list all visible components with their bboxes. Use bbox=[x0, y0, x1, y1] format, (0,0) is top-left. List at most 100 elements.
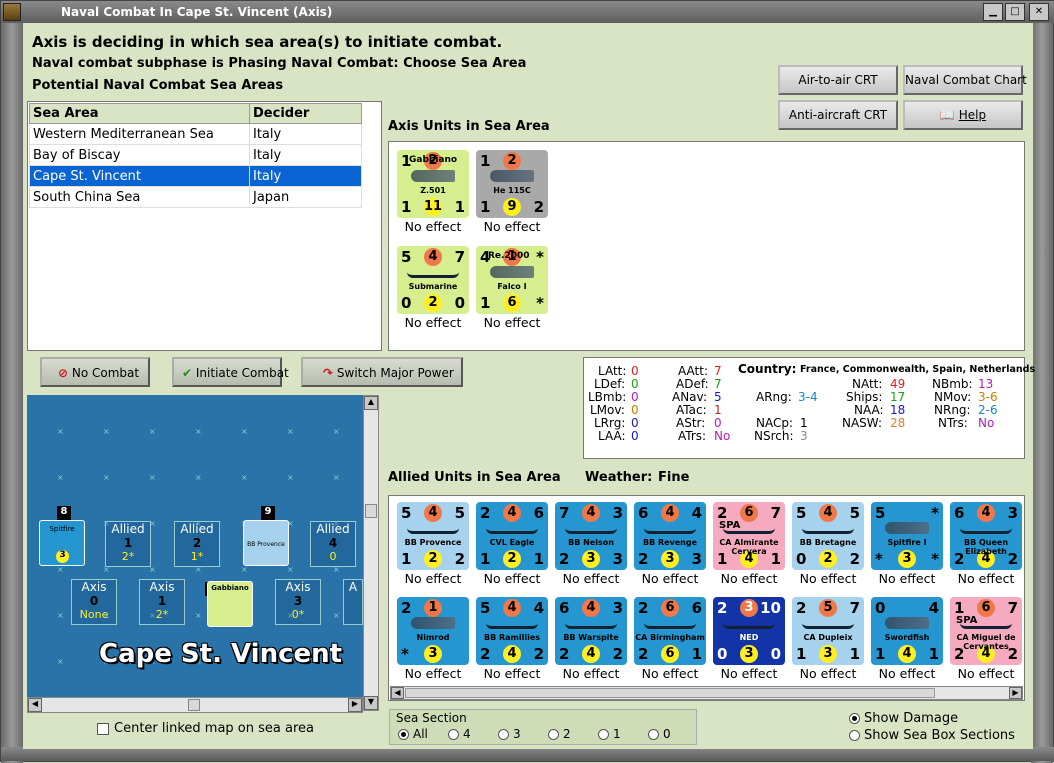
close-icon[interactable]: ✕ bbox=[1029, 3, 1049, 21]
unit-bottom-center: 3 bbox=[424, 645, 442, 663]
allied-horizontal-scrollbar[interactable]: ◀ ▶ bbox=[390, 686, 1023, 700]
sea-areas-heading: Potential Naval Combat Sea Areas bbox=[32, 78, 284, 93]
scroll-thumb[interactable] bbox=[188, 699, 200, 711]
checkmark-icon: ✔ bbox=[182, 366, 193, 380]
sea-section-radio-all[interactable]: All bbox=[398, 727, 428, 741]
radio-icon[interactable] bbox=[498, 729, 509, 740]
maximize-icon[interactable]: □ bbox=[1005, 3, 1025, 21]
latt-value: 0 bbox=[631, 364, 639, 378]
unit-bottom-right: 3 bbox=[612, 550, 623, 568]
unit-counter[interactable]: 2 5 7 1 3 1 CA Dupleix bbox=[792, 597, 864, 665]
table-row[interactable]: Western Mediterranean Sea Italy bbox=[29, 123, 362, 145]
unit-counter[interactable]: 6 4 3 2 4 2 BB Warspite bbox=[555, 597, 627, 665]
decider-cell: Italy bbox=[249, 144, 362, 166]
allied-box-2[interactable]: Allied 2 1* bbox=[174, 521, 220, 567]
unit-counter[interactable]: 1 2 1 11 1 Gabbiano Z.501 bbox=[397, 150, 469, 218]
anti-aircraft-crt-button[interactable]: Anti-aircraft CRT bbox=[778, 100, 898, 130]
map-vertical-scrollbar[interactable]: ▲ ▼ bbox=[363, 395, 379, 711]
unit-counter[interactable]: 2 6 6 2 6 1 CA Birmingham bbox=[634, 597, 706, 665]
sea-section-radio-4[interactable]: 4 bbox=[448, 727, 471, 741]
initiate-combat-button[interactable]: ✔ Initiate Combat bbox=[172, 357, 289, 387]
map-unit-provence[interactable]: BB Provence bbox=[243, 520, 289, 566]
unit-counter[interactable]: 2 3 10 0 3 0 NED bbox=[713, 597, 785, 665]
unit-top-right: 7 bbox=[454, 248, 465, 266]
radio-icon[interactable] bbox=[448, 729, 459, 740]
stack-count-badge: 8 bbox=[57, 506, 71, 520]
radio-icon[interactable] bbox=[849, 730, 860, 741]
radio-icon[interactable] bbox=[398, 729, 409, 740]
scroll-right-icon[interactable]: ▶ bbox=[348, 698, 362, 712]
scroll-up-icon[interactable]: ▲ bbox=[364, 396, 378, 410]
table-row-selected[interactable]: Cape St. Vincent Italy bbox=[29, 165, 362, 187]
no-combat-button[interactable]: ⊘ No Combat bbox=[40, 357, 150, 387]
sea-section-radio-1[interactable]: 1 bbox=[598, 727, 621, 741]
sea-section-radio-0[interactable]: 0 bbox=[648, 727, 671, 741]
scroll-thumb[interactable] bbox=[365, 504, 377, 518]
sea-map[interactable]: ××××××××××××××××××××××××××××××××××××××××… bbox=[27, 395, 363, 711]
unit-counter[interactable]: 1 2 1 9 2 He 115C bbox=[476, 150, 548, 218]
help-button[interactable]: 📖 Help bbox=[903, 100, 1023, 130]
ship-silhouette-icon bbox=[802, 526, 854, 534]
unit-counter[interactable]: 1 6 7 2 4 2 SPA CA Miguel de Cervantes bbox=[950, 597, 1022, 665]
map-unit-gabbiano[interactable]: Gabbiano bbox=[207, 581, 253, 627]
lbmb-value: 0 bbox=[631, 390, 639, 404]
table-row[interactable]: South China Sea Japan bbox=[29, 186, 362, 208]
checkbox-box[interactable] bbox=[97, 722, 109, 735]
axis-box-1[interactable]: Axis 1 2* bbox=[139, 579, 185, 625]
allied-box-4[interactable]: Allied 4 0 bbox=[310, 521, 356, 567]
axis-box-0[interactable]: Axis 0 None bbox=[71, 579, 117, 625]
sea-area-cell: Bay of Biscay bbox=[29, 144, 250, 166]
unit-top-left: 7 bbox=[559, 504, 570, 522]
ship-silhouette-icon bbox=[644, 621, 696, 629]
radio-icon[interactable] bbox=[648, 729, 659, 740]
unit-counter[interactable]: 0 4 1 4 1 Swordfish bbox=[871, 597, 943, 665]
unit-counter[interactable]: 2 6 7 1 4 1 SPA CA Almirante Cervera bbox=[713, 502, 785, 570]
show-damage-radio[interactable]: Show Damage bbox=[849, 711, 958, 726]
show-sea-box-sections-radio[interactable]: Show Sea Box Sections bbox=[849, 728, 1015, 743]
map-unit-spitfire[interactable]: Spitfire 3 bbox=[39, 520, 85, 566]
unit-top-left: 5 bbox=[401, 248, 412, 266]
radio-icon[interactable] bbox=[598, 729, 609, 740]
switch-major-power-button[interactable]: ↷ Switch Major Power bbox=[301, 357, 463, 387]
unit-counter[interactable]: 6 4 4 2 3 3 BB Revenge bbox=[634, 502, 706, 570]
unit-counter[interactable]: 5 4 5 0 2 2 BB Bretagne bbox=[792, 502, 864, 570]
radio-icon[interactable] bbox=[548, 729, 559, 740]
unit-counter[interactable]: 4 1 * 1 6 * Re.2000 Falco I bbox=[476, 246, 548, 314]
scroll-thumb[interactable] bbox=[405, 688, 935, 698]
scroll-down-icon[interactable]: ▼ bbox=[364, 696, 378, 710]
unit-bottom-left: 0 bbox=[717, 645, 728, 663]
naval-combat-chart-button[interactable]: Naval Combat Chart bbox=[903, 65, 1027, 95]
unit-bottom-left: 2 bbox=[480, 645, 491, 663]
naa-value: 18 bbox=[890, 403, 906, 417]
unit-counter[interactable]: 5 4 7 0 2 0 Submarine bbox=[397, 246, 469, 314]
minimize-icon[interactable]: ▁ bbox=[983, 3, 1003, 21]
sea-section-radio-2[interactable]: 2 bbox=[548, 727, 571, 741]
map-grid-marker: × bbox=[57, 473, 64, 482]
center-map-checkbox[interactable]: Center linked map on sea area bbox=[97, 721, 314, 736]
unit-counter[interactable]: 5 4 4 2 4 2 BB Ramillies bbox=[476, 597, 548, 665]
axis-box-4[interactable]: A bbox=[343, 579, 363, 625]
air-to-air-crt-button[interactable]: Air-to-air CRT bbox=[778, 65, 898, 95]
nasw-value: 28 bbox=[890, 416, 906, 430]
table-row[interactable]: Bay of Biscay Italy bbox=[29, 144, 362, 166]
unit-bottom-center: 3 bbox=[740, 645, 758, 663]
axis-box-3[interactable]: Axis 3 0* bbox=[275, 579, 321, 625]
unit-counter[interactable]: 2 1 * 3 Nimrod bbox=[397, 597, 469, 665]
scroll-left-icon[interactable]: ◀ bbox=[391, 687, 404, 699]
unit-counter[interactable]: 2 4 6 1 2 1 CVL Eagle bbox=[476, 502, 548, 570]
ship-silhouette-icon bbox=[960, 526, 1012, 534]
unit-counter[interactable]: 5 * * 3 * Spitfire I bbox=[871, 502, 943, 570]
unit-counter[interactable]: 6 4 3 2 4 2 BB Queen Elizabeth bbox=[950, 502, 1022, 570]
unit-top-left: 6 bbox=[638, 504, 649, 522]
unit-top-center: 4 bbox=[661, 504, 679, 522]
radio-icon[interactable] bbox=[849, 713, 860, 724]
sea-section-radio-3[interactable]: 3 bbox=[498, 727, 521, 741]
allied-box-1[interactable]: Allied 1 2* bbox=[105, 521, 151, 567]
unit-counter[interactable]: 5 4 5 1 2 2 BB Provence bbox=[397, 502, 469, 570]
scroll-left-icon[interactable]: ◀ bbox=[28, 698, 42, 712]
system-menu-icon[interactable] bbox=[3, 3, 21, 21]
scroll-right-icon[interactable]: ▶ bbox=[1009, 687, 1022, 699]
map-horizontal-scrollbar[interactable]: ◀ ▶ bbox=[27, 697, 363, 713]
unit-counter[interactable]: 7 4 3 2 3 3 BB Nelson bbox=[555, 502, 627, 570]
map-grid-marker: × bbox=[57, 611, 64, 620]
